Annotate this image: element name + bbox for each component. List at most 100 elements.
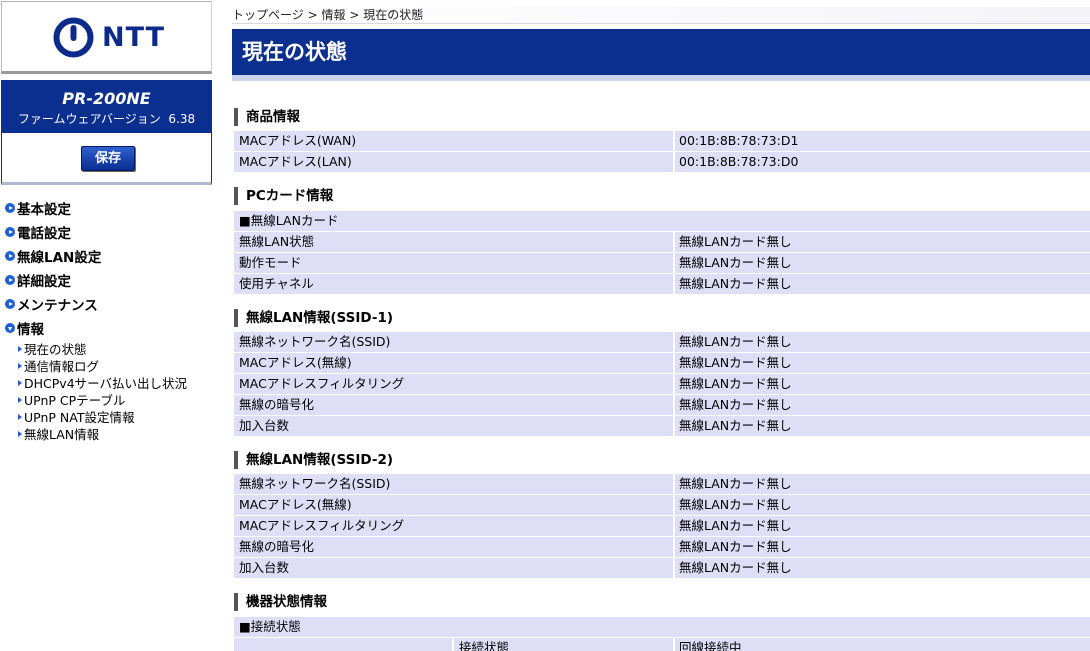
table-row: 無線の暗号化 無線LANカード無し <box>234 537 1090 557</box>
row-key: 無線ネットワーク名(SSID) <box>239 476 391 491</box>
arrow-down-icon <box>5 323 15 333</box>
page-title: 現在の状態 <box>242 40 347 64</box>
group-label: ■無線LANカード <box>239 213 339 228</box>
table-row: MACアドレス(無線) 無線LANカード無し <box>234 353 1090 373</box>
menu-item-info[interactable]: 情報 <box>5 316 210 340</box>
arrow-right-icon <box>5 203 15 213</box>
row-value: 無線LANカード無し <box>679 376 792 391</box>
row-value: 無線LANカード無し <box>679 418 792 433</box>
menu-item-label: 詳細設定 <box>17 274 71 290</box>
row-value: 無線LANカード無し <box>679 255 792 270</box>
table-row: 無線ネットワーク名(SSID) 無線LANカード無し <box>234 474 1090 494</box>
menu-item-label: 情報 <box>17 322 44 338</box>
menu-item-maintenance[interactable]: メンテナンス <box>5 292 210 316</box>
row-value: 無線LANカード無し <box>679 276 792 291</box>
row-key: MACアドレスフィルタリング <box>239 376 405 391</box>
row-key: 無線LAN状態 <box>239 234 315 249</box>
cell-divider <box>673 474 675 494</box>
row-key: MACアドレスフィルタリング <box>239 518 405 533</box>
model-name: PR-200NE <box>62 89 151 108</box>
cell-divider <box>673 152 675 172</box>
row-value: 無線LANカード無し <box>679 397 792 412</box>
title-bar: 現在の状態 <box>232 29 1090 81</box>
row-key: 無線ネットワーク名(SSID) <box>239 334 391 349</box>
row-key: MACアドレス(無線) <box>239 355 352 370</box>
arrow-right-icon <box>5 227 15 237</box>
row-value: 無線LANカード無し <box>679 234 792 249</box>
row-value: 無線LANカード無し <box>679 476 792 491</box>
cell-divider <box>673 537 675 557</box>
logo-text: NTT <box>102 22 166 53</box>
menu-item-label: 電話設定 <box>17 226 71 242</box>
cell-divider <box>673 495 675 515</box>
menu-item-advanced-settings[interactable]: 詳細設定 <box>5 268 210 292</box>
submenu-item-upnp-cp[interactable]: UPnP CPテーブル <box>18 391 210 408</box>
cell-divider <box>673 131 675 151</box>
submenu-item-comm-log[interactable]: 通信情報ログ <box>18 357 210 374</box>
table-row: MACアドレス(LAN) 00:1B:8B:78:73:D0 <box>234 152 1090 172</box>
logo-box: NTT <box>1 1 212 74</box>
cell-divider <box>673 416 675 436</box>
row-value: 00:1B:8B:78:73:D1 <box>679 133 799 148</box>
cell-divider <box>673 232 675 252</box>
table-row: 加入台数 無線LANカード無し <box>234 416 1090 436</box>
table-row: MACアドレス(無線) 無線LANカード無し <box>234 495 1090 515</box>
submenu-item-current-status[interactable]: 現在の状態 <box>18 340 210 357</box>
table-row: 加入台数 無線LANカード無し <box>234 558 1090 578</box>
row-value: 回線接続中 <box>679 640 742 651</box>
breadcrumb: トップページ > 情報 > 現在の状態 <box>232 7 1090 24</box>
breadcrumb-separator: > <box>349 8 360 22</box>
info-submenu: 現在の状態 通信情報ログ DHCPv4サーバ払い出し状況 UPnP CPテーブル… <box>18 340 210 442</box>
group-row: ■接続状態 <box>234 617 1090 637</box>
row-key: 無線の暗号化 <box>239 539 315 554</box>
table-row: 接続状態 回線接続中 <box>234 638 1090 651</box>
submenu-item-upnp-nat[interactable]: UPnP NAT設定情報 <box>18 408 210 425</box>
triangle-right-icon <box>18 379 22 386</box>
row-value: 無線LANカード無し <box>679 518 792 533</box>
row-value: 無線LANカード無し <box>679 334 792 349</box>
table-row: 動作モード 無線LANカード無し <box>234 253 1090 273</box>
cell-divider <box>673 395 675 415</box>
arrow-right-icon <box>5 299 15 309</box>
table-row: MACアドレスフィルタリング 無線LANカード無し <box>234 516 1090 536</box>
row-value: 無線LANカード無し <box>679 560 792 575</box>
section-title-pccard: PCカード情報 <box>234 187 333 205</box>
triangle-right-icon <box>18 396 22 403</box>
cell-divider <box>452 638 454 651</box>
submenu-item-wlan-info[interactable]: 無線LAN情報 <box>18 425 210 442</box>
breadcrumb-info[interactable]: 情報 <box>321 8 345 22</box>
menu-item-basic-settings[interactable]: 基本設定 <box>5 196 210 220</box>
group-row: ■無線LANカード <box>234 211 1090 231</box>
row-key: 加入台数 <box>239 418 290 433</box>
section-title-ssid2: 無線LAN情報(SSID-2) <box>234 451 393 469</box>
cell-divider <box>673 353 675 373</box>
row-key: 動作モード <box>239 255 302 270</box>
cell-divider <box>673 274 675 294</box>
menu-item-wlan-settings[interactable]: 無線LAN設定 <box>5 244 210 268</box>
table-row: 無線の暗号化 無線LANカード無し <box>234 395 1090 415</box>
save-button[interactable]: 保存 <box>81 146 135 171</box>
menu-item-label: 基本設定 <box>17 202 71 218</box>
triangle-right-icon <box>18 430 22 437</box>
cell-divider <box>673 253 675 273</box>
triangle-right-icon <box>18 413 22 420</box>
breadcrumb-current: 現在の状態 <box>363 8 424 22</box>
row-key: 加入台数 <box>239 560 290 575</box>
menu-item-phone-settings[interactable]: 電話設定 <box>5 220 210 244</box>
firmware-line: ファームウェアバージョン 6.38 <box>2 111 211 127</box>
group-label: ■接続状態 <box>239 619 301 634</box>
submenu-item-dhcp-lease[interactable]: DHCPv4サーバ払い出し状況 <box>18 374 210 391</box>
cell-divider <box>673 516 675 536</box>
table-row: MACアドレス(WAN) 00:1B:8B:78:73:D1 <box>234 131 1090 151</box>
menu-item-label: 無線LAN設定 <box>17 250 102 266</box>
table-row: MACアドレスフィルタリング 無線LANカード無し <box>234 374 1090 394</box>
table-row: 無線ネットワーク名(SSID) 無線LANカード無し <box>234 332 1090 352</box>
arrow-right-icon <box>5 275 15 285</box>
table-row: 無線LAN状態 無線LANカード無し <box>234 232 1090 252</box>
row-key: MACアドレス(無線) <box>239 497 352 512</box>
triangle-right-icon <box>18 362 22 369</box>
model-box: PR-200NE ファームウェアバージョン 6.38 保存 <box>1 80 212 185</box>
row-key: 使用チャネル <box>239 276 314 291</box>
sidebar: NTT PR-200NE ファームウェアバージョン 6.38 保存 基本設定 電… <box>0 0 213 651</box>
breadcrumb-top[interactable]: トップページ <box>232 8 304 22</box>
